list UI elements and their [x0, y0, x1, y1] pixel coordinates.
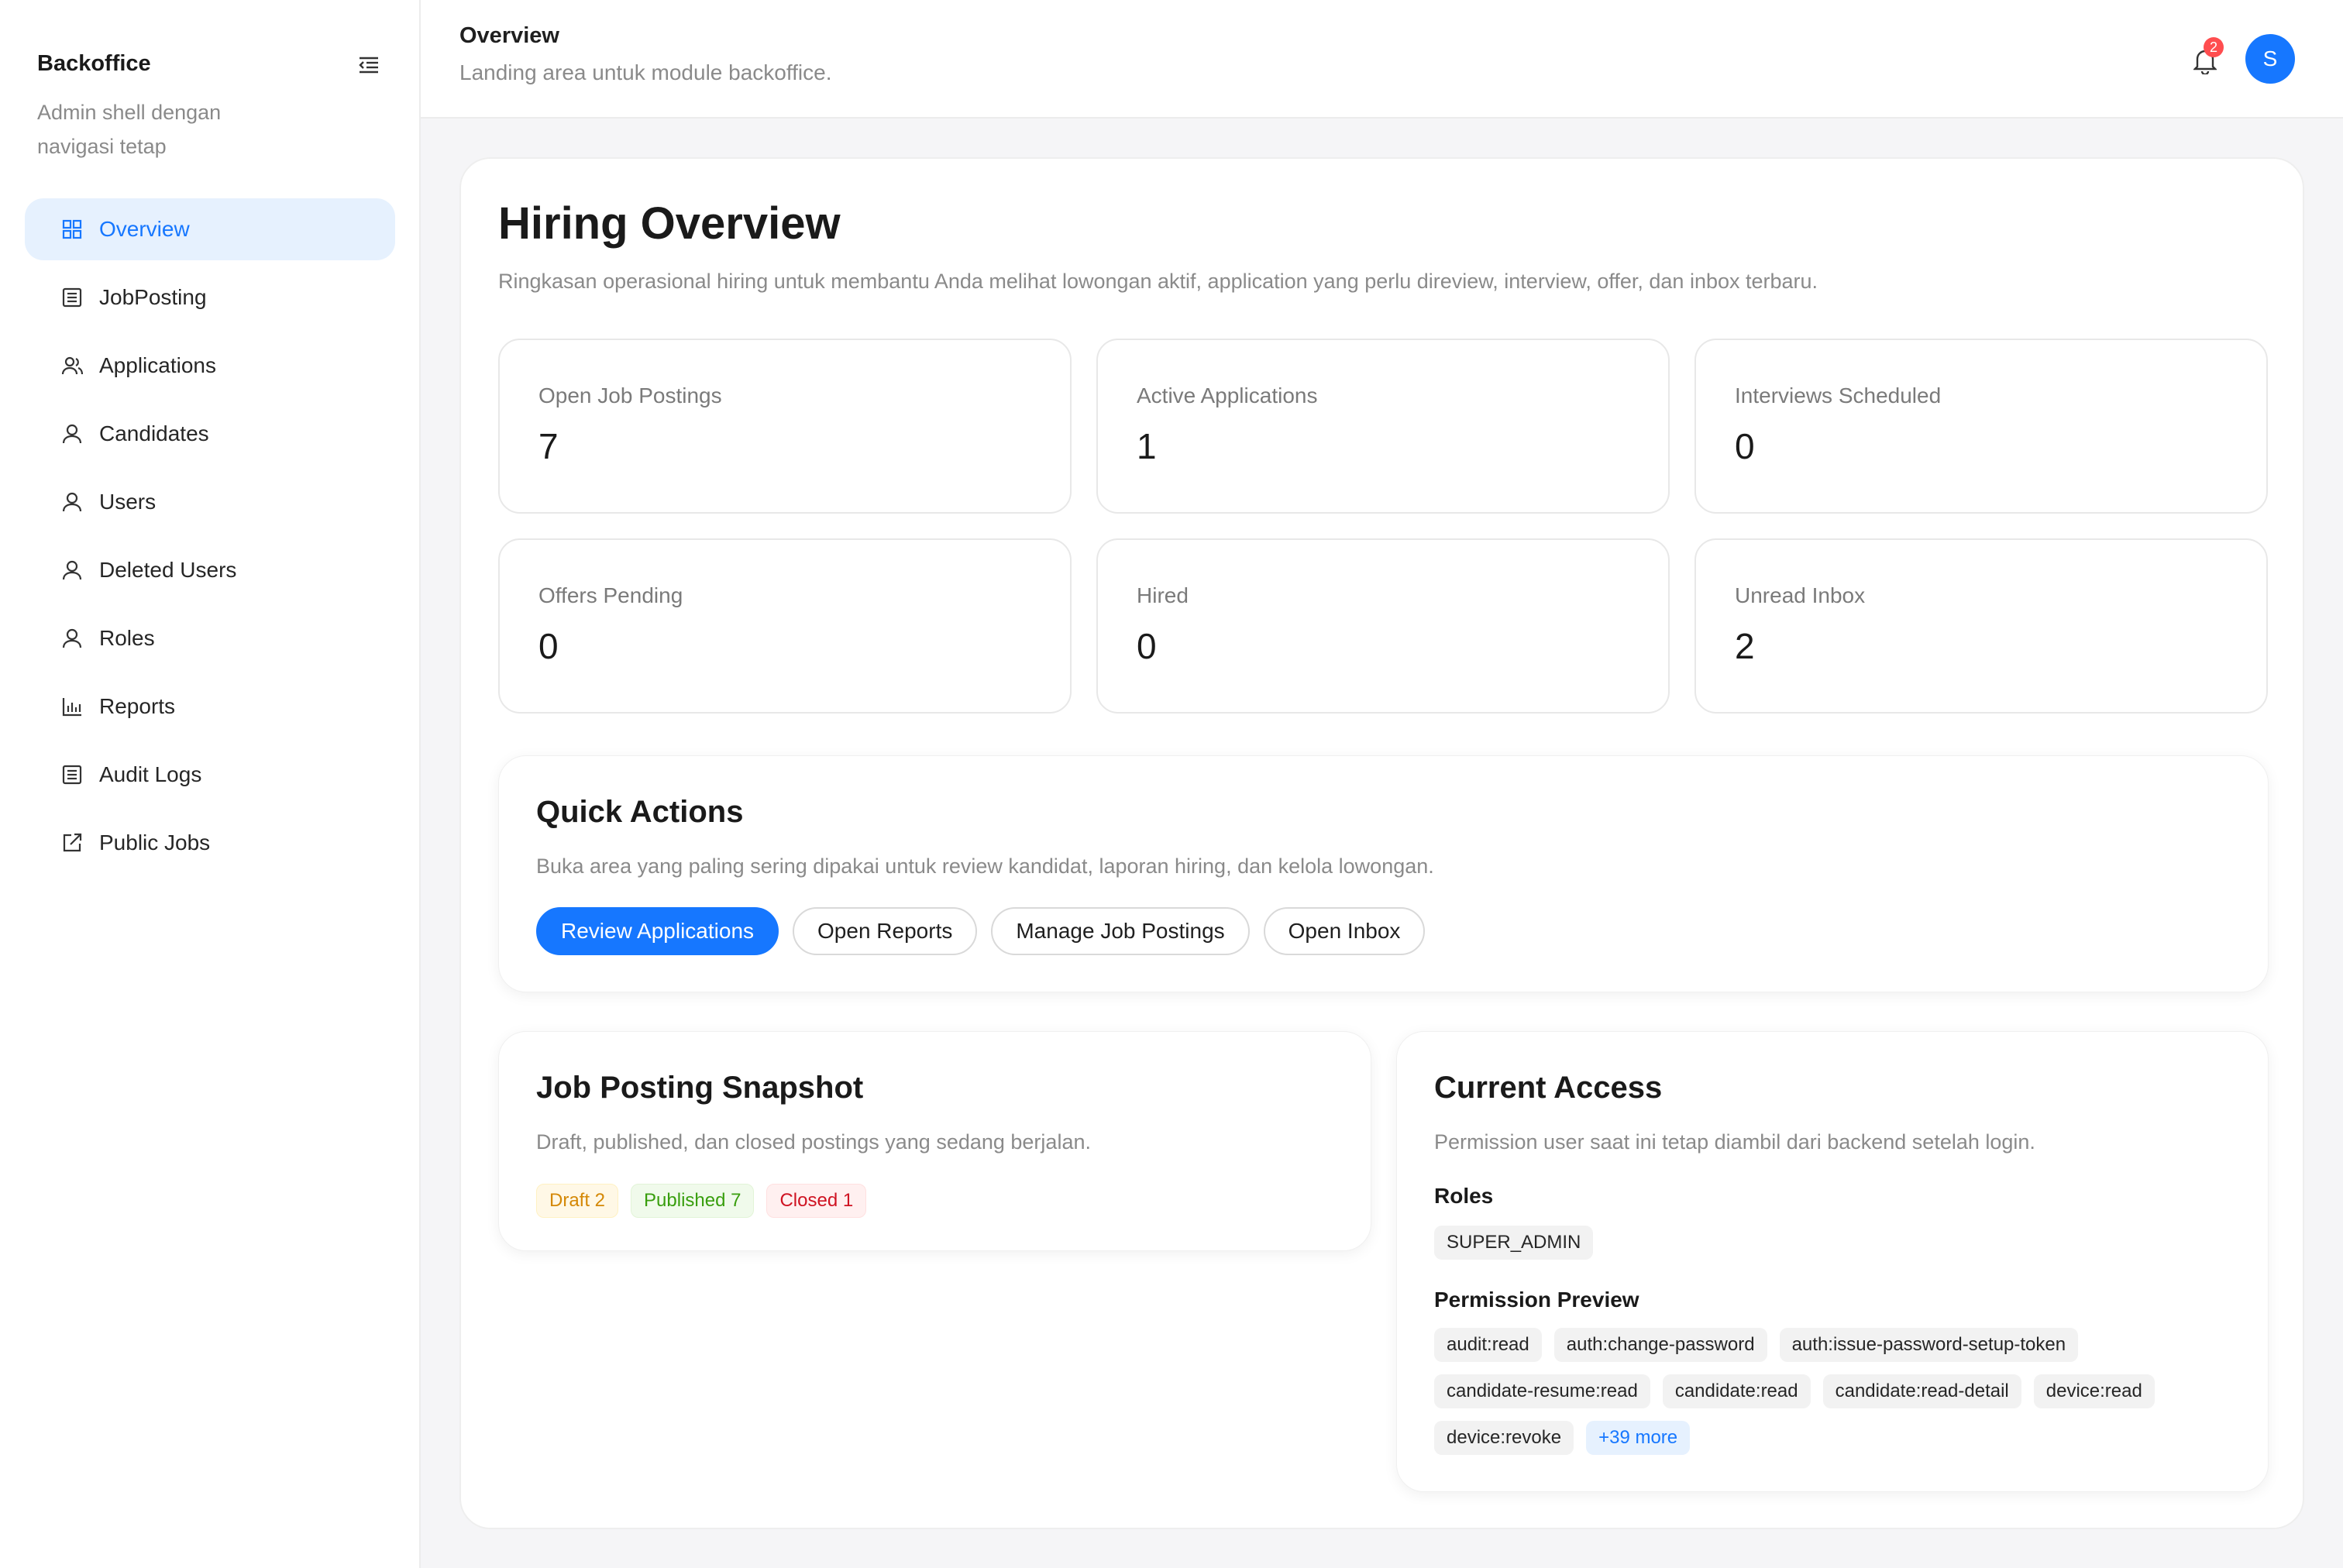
overview-card: Hiring Overview Ringkasan operasional hi… — [459, 157, 2304, 1529]
avatar[interactable]: S — [2245, 34, 2295, 84]
sidebar-item-applications[interactable]: Applications — [25, 335, 395, 397]
stat-card-unread-inbox: Unread Inbox 2 — [1694, 538, 2268, 714]
sidebar-item-candidates[interactable]: Candidates — [25, 403, 395, 465]
snapshot-tags: Draft 2 Published 7 Closed 1 — [536, 1184, 867, 1218]
sidebar-item-users[interactable]: Users — [25, 471, 395, 533]
open-inbox-button[interactable]: Open Inbox — [1263, 907, 1426, 955]
sidebar-item-label: Candidates — [99, 421, 209, 445]
access-description: Permission user saat ini tetap diambil d… — [1434, 1130, 2035, 1154]
permission-tag: device:read — [2033, 1374, 2155, 1408]
brand: Backoffice Admin shell dengan navigasi t… — [37, 51, 386, 163]
collapse-sidebar-button[interactable] — [353, 51, 384, 79]
stat-label: Open Job Postings — [538, 383, 722, 407]
sidebar-item-label: Users — [99, 490, 157, 514]
sidebar-nav: Overview JobPosting Applications Candida… — [25, 198, 395, 880]
user-icon — [60, 422, 84, 445]
sidebar-item-label: Deleted Users — [99, 558, 237, 582]
published-tag: Published 7 — [631, 1184, 755, 1218]
closed-tag: Closed 1 — [766, 1184, 867, 1218]
sidebar-item-label: Public Jobs — [99, 830, 211, 854]
stat-card-active-applications: Active Applications 1 — [1096, 339, 1670, 514]
role-tag: SUPER_ADMIN — [1434, 1226, 1594, 1260]
page-subtitle: Landing area untuk module backoffice. — [459, 60, 832, 84]
stat-label: Unread Inbox — [1735, 583, 1866, 607]
more-permissions-tag[interactable]: +39 more — [1586, 1421, 1691, 1455]
stat-value: 0 — [1137, 626, 1157, 666]
sidebar-item-public-jobs[interactable]: Public Jobs — [25, 812, 395, 874]
external-link-icon — [60, 831, 84, 854]
topbar: Overview Landing area untuk module backo… — [421, 0, 2343, 119]
sidebar-item-audit-logs[interactable]: Audit Logs — [25, 744, 395, 806]
stat-value: 2 — [1735, 626, 1755, 666]
quick-actions-panel: Quick Actions Buka area yang paling seri… — [498, 755, 2269, 992]
manage-job-postings-button[interactable]: Manage Job Postings — [991, 907, 1250, 955]
overview-title: Hiring Overview — [498, 198, 841, 249]
sidebar-item-label: JobPosting — [99, 285, 207, 309]
review-applications-button[interactable]: Review Applications — [536, 907, 779, 955]
permission-tag: auth:change-password — [1553, 1328, 1767, 1362]
user-icon — [60, 559, 84, 582]
sidebar-item-label: Overview — [99, 217, 190, 241]
sidebar-item-reports[interactable]: Reports — [25, 676, 395, 738]
bar-chart-icon — [60, 695, 84, 718]
notification-badge: 2 — [2204, 37, 2224, 57]
sidebar-item-roles[interactable]: Roles — [25, 607, 395, 669]
job-posting-snapshot-panel: Job Posting Snapshot Draft, published, d… — [498, 1031, 1371, 1251]
stat-card-offers-pending: Offers Pending 0 — [498, 538, 1072, 714]
menu-fold-icon — [359, 57, 378, 74]
roles-heading: Roles — [1434, 1184, 1494, 1208]
sidebar-item-jobposting[interactable]: JobPosting — [25, 266, 395, 328]
user-icon — [60, 490, 84, 514]
roles-tags: SUPER_ADMIN — [1434, 1226, 1594, 1260]
permission-tag: auth:issue-password-setup-token — [1779, 1328, 2079, 1362]
stat-value: 1 — [1137, 426, 1157, 466]
stat-label: Hired — [1137, 583, 1189, 607]
quick-actions-title: Quick Actions — [536, 795, 744, 829]
draft-tag: Draft 2 — [536, 1184, 619, 1218]
quick-actions-buttons: Review Applications Open Reports Manage … — [536, 907, 1426, 955]
main-area: Overview Landing area untuk module backo… — [421, 0, 2343, 1568]
people-icon — [60, 354, 84, 377]
list-icon — [60, 286, 84, 309]
sidebar-item-label: Audit Logs — [99, 762, 202, 786]
stat-value: 0 — [1735, 426, 1755, 466]
stat-value: 0 — [538, 626, 559, 666]
permission-tag: device:revoke — [1434, 1421, 1574, 1455]
sidebar: Backoffice Admin shell dengan navigasi t… — [0, 0, 421, 1568]
permission-tags: audit:read auth:change-password auth:iss… — [1434, 1328, 2240, 1455]
sidebar-item-label: Reports — [99, 694, 176, 718]
overview-description: Ringkasan operasional hiring untuk memba… — [498, 270, 1818, 293]
stat-card-open-job-postings: Open Job Postings 7 — [498, 339, 1072, 514]
current-access-panel: Current Access Permission user saat ini … — [1396, 1031, 2269, 1492]
permission-tag: candidate:read — [1662, 1374, 1811, 1408]
brand-title: Backoffice — [37, 51, 151, 76]
grid-icon — [60, 218, 84, 241]
stat-card-interviews-scheduled: Interviews Scheduled 0 — [1694, 339, 2268, 514]
sidebar-item-deleted-users[interactable]: Deleted Users — [25, 539, 395, 601]
permission-tag: audit:read — [1434, 1328, 1542, 1362]
stat-card-hired: Hired 0 — [1096, 538, 1670, 714]
sidebar-item-label: Roles — [99, 626, 155, 650]
page-title: Overview — [459, 23, 559, 48]
notifications-button[interactable]: 2 — [2191, 37, 2224, 74]
sidebar-item-label: Applications — [99, 353, 216, 377]
stat-label: Offers Pending — [538, 583, 683, 607]
snapshot-title: Job Posting Snapshot — [536, 1071, 864, 1105]
permission-tag: candidate:read-detail — [1822, 1374, 2021, 1408]
permission-tag: candidate-resume:read — [1434, 1374, 1650, 1408]
sidebar-item-overview[interactable]: Overview — [25, 198, 395, 260]
app-shell: Backoffice Admin shell dengan navigasi t… — [0, 0, 2343, 1568]
brand-subtitle: Admin shell dengan navigasi tetap — [37, 101, 222, 158]
stat-value: 7 — [538, 426, 559, 466]
stat-label: Active Applications — [1137, 383, 1318, 407]
snapshot-description: Draft, published, dan closed postings ya… — [536, 1130, 1091, 1154]
permission-preview-heading: Permission Preview — [1434, 1288, 1639, 1312]
list-icon — [60, 763, 84, 786]
stat-label: Interviews Scheduled — [1735, 383, 1942, 407]
quick-actions-description: Buka area yang paling sering dipakai unt… — [536, 854, 1434, 878]
user-icon — [60, 627, 84, 650]
access-title: Current Access — [1434, 1071, 1663, 1105]
open-reports-button[interactable]: Open Reports — [793, 907, 978, 955]
